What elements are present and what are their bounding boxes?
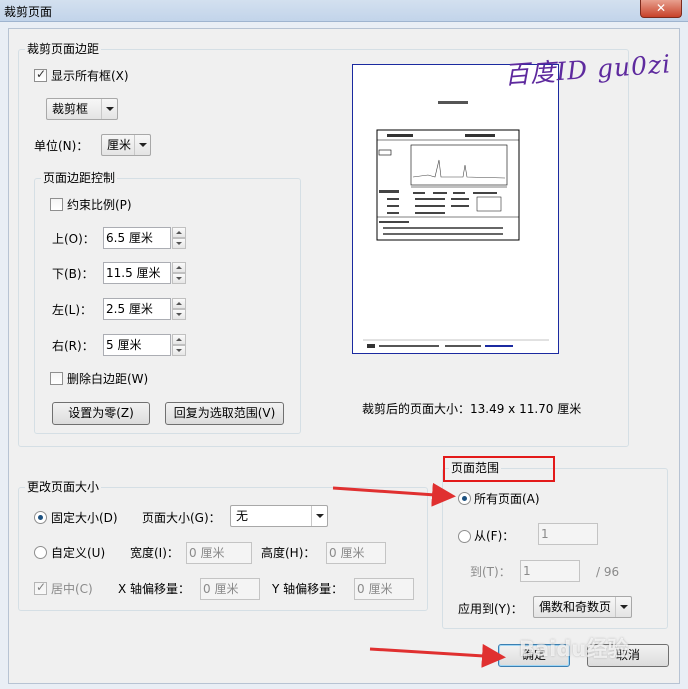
remove-white-margins-label: 删除白边距(W) <box>67 372 149 386</box>
close-icon[interactable]: ✕ <box>640 0 682 18</box>
right-margin-field[interactable]: 5 厘米 <box>103 334 171 356</box>
right-margin-label: 右(R)： <box>52 339 94 353</box>
margin-control-title: 页面边距控制 <box>41 171 118 185</box>
title-bar: 裁剪页面 ✕ <box>0 0 688 22</box>
total-pages: / 96 <box>596 565 620 579</box>
x-offset-label: X 轴偏移量： <box>118 582 191 596</box>
baidu-jingyan-logo: Baidu经验 <box>519 637 629 661</box>
left-margin-stepper[interactable]: 2.5 厘米 <box>103 298 187 320</box>
margins-group-title: 裁剪页面边距 <box>25 42 102 56</box>
center-checkbox[interactable] <box>34 580 47 595</box>
page-preview <box>352 64 559 354</box>
remove-white-margins-checkbox[interactable] <box>50 372 63 385</box>
top-margin-label: 上(O)： <box>52 232 95 246</box>
fixed-size-label: 固定大小(D) <box>51 511 118 525</box>
chevron-down-icon <box>101 99 117 119</box>
custom-size-radio[interactable] <box>34 546 47 559</box>
unit-label: 单位(N)： <box>34 139 89 153</box>
show-all-boxes-label: 显示所有框(X) <box>51 69 129 83</box>
chevron-down-icon <box>311 506 327 526</box>
top-margin-stepper[interactable]: 6.5 厘米 <box>103 227 187 249</box>
bottom-margin-field[interactable]: 11.5 厘米 <box>103 262 171 284</box>
change-size-title: 更改页面大小 <box>25 480 102 494</box>
x-offset-field[interactable]: 0 厘米 <box>200 578 260 600</box>
window-title: 裁剪页面 <box>4 5 53 19</box>
fixed-size-radio[interactable] <box>34 511 47 524</box>
box-type-select[interactable]: 裁剪框 <box>46 98 118 120</box>
revert-to-selection-button[interactable]: 回复为选取范围(V) <box>165 402 284 425</box>
center-label: 居中(C) <box>51 582 93 596</box>
chevron-down-icon <box>134 135 150 155</box>
spin-up-icon[interactable] <box>172 262 186 273</box>
y-offset-label: Y 轴偏移量： <box>272 582 344 596</box>
apply-to-value: 偶数和奇数页 <box>539 600 612 614</box>
to-page-field[interactable]: 1 <box>520 560 580 582</box>
page-size-value: 无 <box>236 509 249 523</box>
bottom-margin-stepper[interactable]: 11.5 厘米 <box>103 262 187 284</box>
show-all-boxes-checkbox[interactable] <box>34 67 47 82</box>
constrain-proportions-checkbox[interactable] <box>50 198 63 211</box>
chevron-down-icon <box>615 597 631 617</box>
width-field[interactable]: 0 厘米 <box>186 542 252 564</box>
spin-down-icon[interactable] <box>172 345 186 356</box>
unit-select[interactable]: 厘米 <box>101 134 151 156</box>
all-pages-label: 所有页面(A) <box>474 492 540 506</box>
highlight-box <box>443 456 555 482</box>
from-page-field[interactable]: 1 <box>538 523 598 545</box>
spin-down-icon[interactable] <box>172 309 186 320</box>
top-margin-field[interactable]: 6.5 厘米 <box>103 227 171 249</box>
page-size-select[interactable]: 无 <box>230 505 328 527</box>
left-margin-field[interactable]: 2.5 厘米 <box>103 298 171 320</box>
to-page-label: 到(T)： <box>470 565 511 579</box>
from-page-label: 从(F)： <box>474 529 515 543</box>
spin-up-icon[interactable] <box>172 334 186 345</box>
bottom-margin-label: 下(B)： <box>52 267 94 281</box>
box-type-value: 裁剪框 <box>52 102 89 116</box>
left-margin-label: 左(L)： <box>52 303 93 317</box>
apply-to-select[interactable]: 偶数和奇数页 <box>533 596 632 618</box>
set-to-zero-button[interactable]: 设置为零(Z) <box>52 402 150 425</box>
spin-up-icon[interactable] <box>172 298 186 309</box>
height-field[interactable]: 0 厘米 <box>326 542 386 564</box>
unit-value: 厘米 <box>107 138 132 152</box>
right-margin-stepper[interactable]: 5 厘米 <box>103 334 187 356</box>
height-label: 高度(H)： <box>261 546 316 560</box>
cropped-page-size: 裁剪后的页面大小：13.49 x 11.70 厘米 <box>362 402 582 416</box>
apply-to-label: 应用到(Y)： <box>458 602 523 616</box>
spin-down-icon[interactable] <box>172 273 186 284</box>
constrain-proportions-label: 约束比例(P) <box>67 198 132 212</box>
y-offset-field[interactable]: 0 厘米 <box>354 578 414 600</box>
custom-size-label: 自定义(U) <box>51 546 106 560</box>
preview-page-thumbnail <box>363 101 549 348</box>
width-label: 宽度(I)： <box>130 546 179 560</box>
from-page-radio[interactable] <box>458 530 471 543</box>
spin-down-icon[interactable] <box>172 238 186 249</box>
all-pages-radio[interactable] <box>458 492 471 505</box>
spin-up-icon[interactable] <box>172 227 186 238</box>
page-size-label: 页面大小(G)： <box>142 511 221 525</box>
